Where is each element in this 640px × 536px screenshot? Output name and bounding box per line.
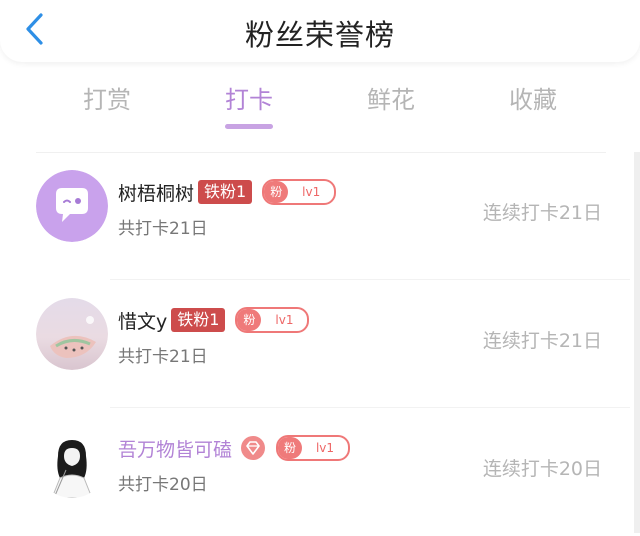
checkin-streak: 连续打卡21日 [482,330,602,352]
diamond-icon [241,436,266,460]
user-name[interactable]: 树梧桐树 [118,179,194,206]
list-item[interactable]: 吾万物皆可磕 粉 lv1 共打卡20日 连续打卡20日 [0,408,630,536]
fan-badge-level: lv1 [315,441,335,455]
avatar[interactable] [36,170,108,242]
fan-badge-label: 粉 [264,181,289,203]
photo-avatar [36,298,108,370]
total-checkin: 共打卡20日 [118,475,208,495]
avatar[interactable] [36,298,108,370]
total-checkin: 共打卡21日 [118,219,208,239]
fan-badge-label: 粉 [278,437,303,459]
tab-flowers[interactable]: 鲜花 [367,80,415,120]
sketch-girl-avatar [36,426,108,498]
fan-badge-level: lv1 [302,185,321,199]
user-name[interactable]: 吾万物皆可磕 [118,435,232,462]
checkin-streak: 连续打卡21日 [482,202,602,224]
active-tab-indicator [225,124,273,129]
fan-badge-level: lv1 [275,313,294,327]
tab-reward[interactable]: 打赏 [83,80,131,120]
default-avatar-icon [36,170,108,242]
rank-badge: 铁粉1 [171,308,226,332]
user-name[interactable]: 惜文y [118,307,167,334]
fan-level-badge: 粉 lv1 [235,307,310,333]
user-name-line: 树梧桐树 铁粉1 粉 lv1 [118,178,337,206]
tab-bar: 打赏 打卡 鲜花 收藏 [0,80,640,132]
list-item[interactable]: 树梧桐树 铁粉1 粉 lv1 共打卡21日 连续打卡21日 [0,152,630,280]
list-item[interactable]: 惜文y 铁粉1 粉 lv1 共打卡21日 连续打卡21日 [0,280,630,408]
scrollbar[interactable] [634,152,640,533]
fan-badge-label: 粉 [237,309,262,331]
total-checkin: 共打卡21日 [118,347,208,367]
page-title: 粉丝荣誉榜 [244,18,395,52]
fan-level-badge: 粉 lv1 [262,179,337,205]
rank-badge: 铁粉1 [198,180,253,204]
avatar[interactable] [36,426,108,498]
tab-checkin[interactable]: 打卡 [225,80,273,129]
fan-level-badge: 粉 lv1 [276,435,351,461]
tab-checkin-label: 打卡 [225,86,273,114]
tab-favorites[interactable]: 收藏 [509,80,557,120]
user-name-line: 惜文y 铁粉1 粉 lv1 [118,306,310,334]
top-bar: 粉丝荣誉榜 [0,0,640,62]
user-name-line: 吾万物皆可磕 粉 lv1 [118,434,351,462]
checkin-streak: 连续打卡20日 [482,458,602,480]
